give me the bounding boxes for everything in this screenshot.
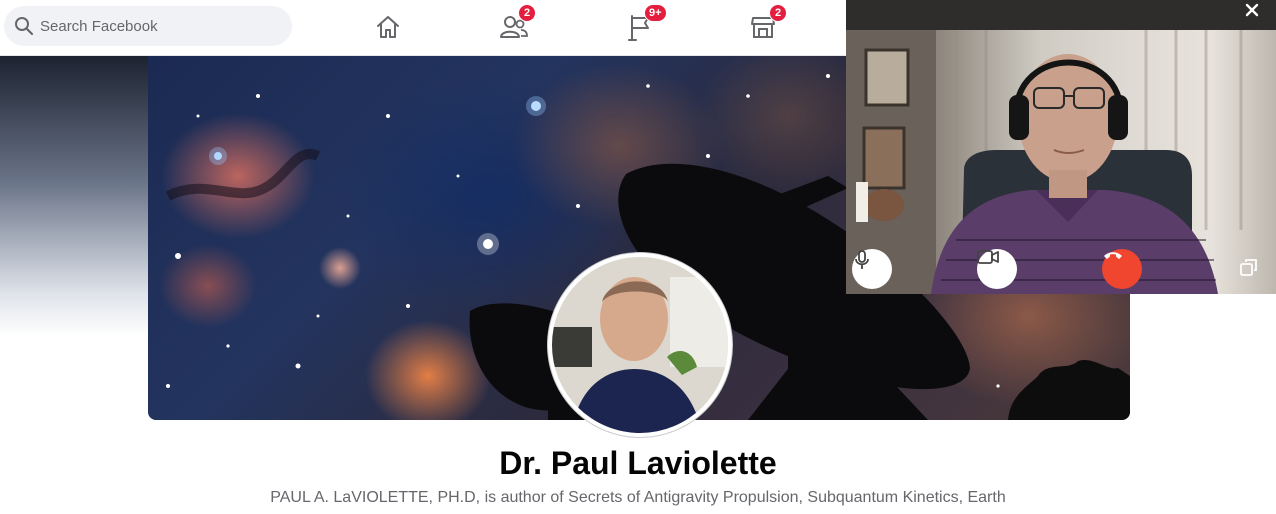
nav-home[interactable] xyxy=(370,10,406,44)
minimize-call-button[interactable] xyxy=(1239,257,1265,283)
end-call-icon xyxy=(1104,252,1122,259)
minimize-icon xyxy=(1240,259,1257,276)
close-icon xyxy=(1245,3,1259,17)
profile-name: Dr. Paul Laviolette xyxy=(499,445,777,481)
search-icon xyxy=(15,17,34,36)
nav-pages[interactable]: 9+ xyxy=(622,4,667,44)
top-navigation-bar: 2 9+ 2 xyxy=(0,0,846,56)
friends-badge: 2 xyxy=(518,4,536,22)
microphone-button[interactable] xyxy=(852,249,892,289)
close-call-button[interactable] xyxy=(1244,2,1270,28)
home-icon xyxy=(377,16,399,38)
profile-bio: PAUL A. LaVIOLETTE, PH.D, is author of S… xyxy=(270,489,1006,506)
nav-marketplace[interactable]: 2 xyxy=(745,4,787,44)
camera-icon xyxy=(977,250,999,264)
profile-picture[interactable] xyxy=(548,253,732,437)
video-call-window[interactable] xyxy=(846,0,1276,294)
marketplace-badge: 2 xyxy=(769,4,787,22)
profile-photo xyxy=(552,257,728,433)
search-input[interactable] xyxy=(40,17,260,35)
background-gradient xyxy=(0,56,150,336)
facebook-profile-screen: 2 9+ 2 xyxy=(0,0,1276,514)
nav-friends[interactable]: 2 xyxy=(496,4,536,44)
video-feed xyxy=(846,0,1276,294)
pages-badge: 9+ xyxy=(644,4,667,22)
camera-button[interactable] xyxy=(977,249,1017,289)
end-call-button[interactable] xyxy=(1102,249,1142,289)
microphone-icon xyxy=(855,250,869,269)
search-box[interactable] xyxy=(4,6,292,46)
